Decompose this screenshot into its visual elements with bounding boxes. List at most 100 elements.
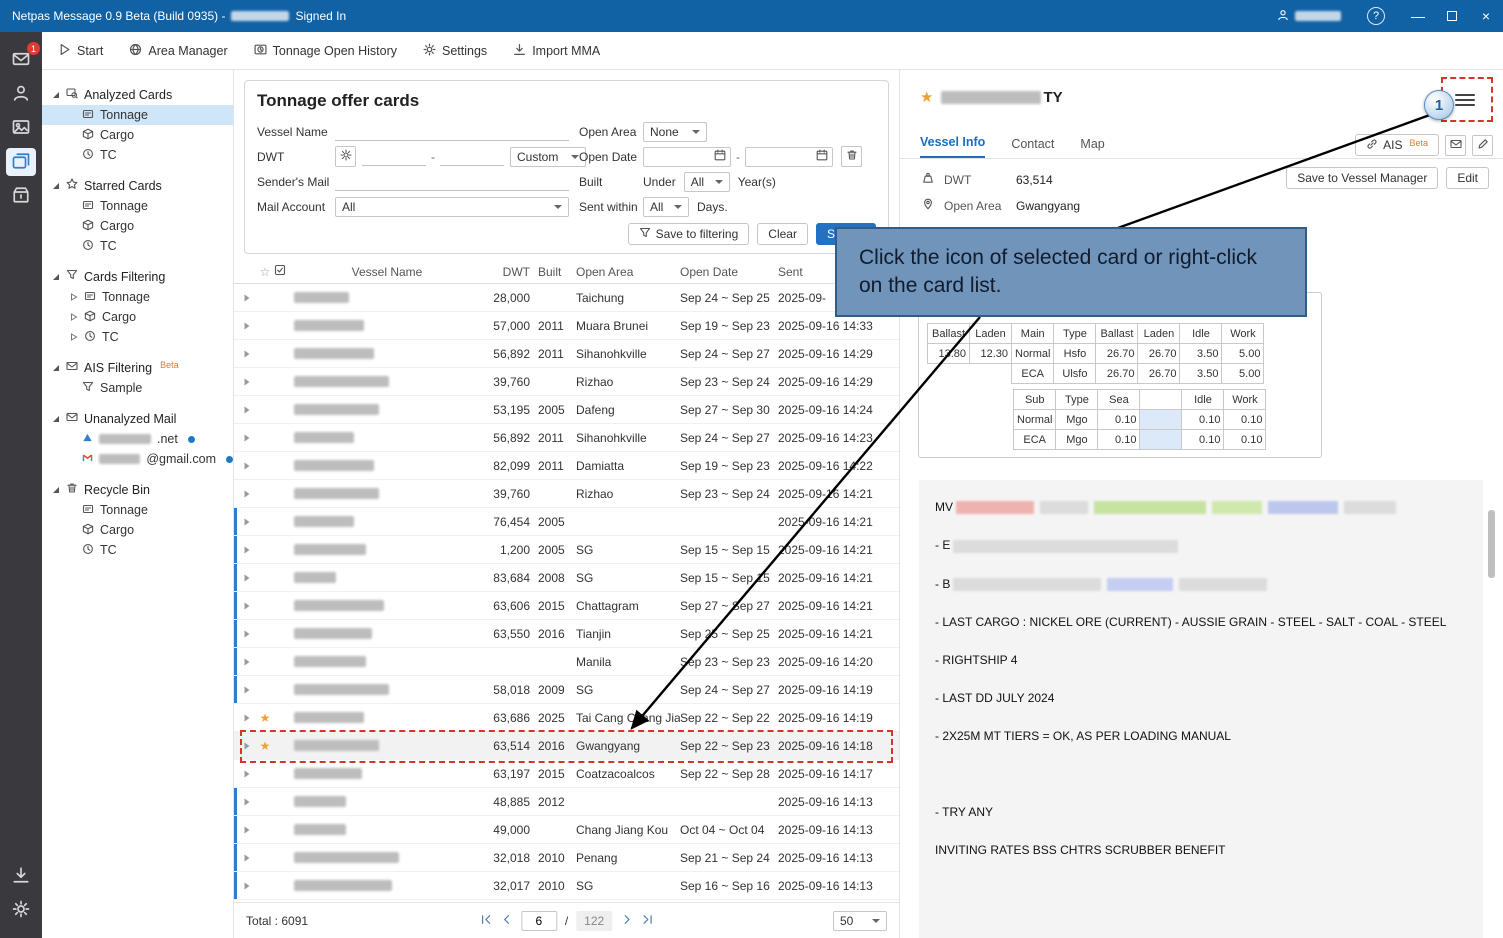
collapsed-marker-icon[interactable] — [70, 290, 78, 304]
edit-icon-button[interactable] — [1472, 135, 1493, 156]
open-area-column-header[interactable]: Open Area — [576, 265, 680, 279]
sidebar-item-tc[interactable]: TC — [42, 145, 233, 165]
row-expander-icon[interactable] — [238, 825, 256, 835]
table-row[interactable]: 76,45420052025-09-16 14:21 — [234, 508, 899, 536]
open-date-from-input[interactable] — [643, 147, 731, 167]
star-column-header[interactable]: ☆ — [256, 265, 274, 279]
sidebar-group-starred-cards[interactable]: Starred Cards — [42, 175, 233, 196]
row-expander-icon[interactable] — [238, 629, 256, 639]
save-to-vessel-manager-button[interactable]: Save to Vessel Manager — [1286, 167, 1438, 189]
row-expander-icon[interactable] — [238, 881, 256, 891]
sidebar-item-tc[interactable]: TC — [42, 327, 233, 347]
row-expander-icon[interactable] — [238, 433, 256, 443]
collapsed-marker-icon[interactable] — [70, 310, 78, 324]
sidebar-item-sample[interactable]: Sample — [42, 378, 233, 398]
toolbar-import-mma[interactable]: Import MMA — [513, 43, 600, 59]
sidebar-group-recycle-bin[interactable]: Recycle Bin — [42, 479, 233, 500]
tab-map[interactable]: Map — [1080, 137, 1104, 158]
gallery-nav-button[interactable] — [6, 114, 36, 142]
dwt-min-input[interactable] — [362, 148, 426, 166]
open-date-column-header[interactable]: Open Date — [680, 265, 778, 279]
vessel-name-column-header[interactable]: Vessel Name — [294, 265, 480, 279]
row-expander-icon[interactable] — [238, 657, 256, 667]
maximize-button[interactable] — [1435, 0, 1469, 32]
toolbar-start[interactable]: Start — [58, 43, 103, 59]
row-expander-icon[interactable] — [238, 377, 256, 387]
table-row[interactable]: 28,000TaichungSep 24 ~ Sep 252025-09- — [234, 284, 899, 312]
save-to-filtering-button[interactable]: Save to filtering — [628, 223, 750, 245]
table-row[interactable]: 56,8922011SihanohkvilleSep 24 ~ Sep 2720… — [234, 340, 899, 368]
row-expander-icon[interactable] — [238, 489, 256, 499]
row-expander-icon[interactable] — [238, 293, 256, 303]
row-expander-icon[interactable] — [238, 769, 256, 779]
table-row[interactable]: ManilaSep 23 ~ Sep 232025-09-16 14:20 — [234, 648, 899, 676]
row-expander-icon[interactable] — [238, 349, 256, 359]
row-expander-icon[interactable] — [238, 545, 256, 555]
table-row[interactable]: 32,0182010PenangSep 21 ~ Sep 242025-09-1… — [234, 844, 899, 872]
toolbar-settings[interactable]: Settings — [423, 43, 487, 59]
next-page-button[interactable] — [620, 913, 633, 929]
table-row[interactable]: 49,000Chang Jiang KouOct 04 ~ Oct 042025… — [234, 816, 899, 844]
contacts-nav-button[interactable] — [6, 80, 36, 108]
open-date-to-input[interactable] — [745, 147, 833, 167]
table-row[interactable]: 32,0172010SGSep 16 ~ Sep 162025-09-16 14… — [234, 872, 899, 900]
sidebar-item-tonnage[interactable]: Tonnage — [42, 105, 233, 125]
dwt-max-input[interactable] — [440, 148, 504, 166]
sidebar-group-ais-filtering[interactable]: AIS FilteringBeta — [42, 357, 233, 378]
sidebar-item-tonnage[interactable]: Tonnage — [42, 287, 233, 307]
collapsed-marker-icon[interactable] — [70, 330, 78, 344]
table-row[interactable]: 63,5502016TianjinSep 25 ~ Sep 252025-09-… — [234, 620, 899, 648]
shipments-nav-button[interactable] — [6, 182, 36, 210]
open-area-select[interactable]: None — [643, 122, 707, 142]
tab-contact[interactable]: Contact — [1011, 137, 1054, 158]
last-page-button[interactable] — [641, 913, 654, 929]
table-row[interactable]: ★63,6862025Tai Cang Chang Jia...Sep 22 ~… — [234, 704, 899, 732]
mail-account-select[interactable]: All — [335, 197, 569, 217]
table-row[interactable]: 48,88520122025-09-16 14:13 — [234, 788, 899, 816]
table-row[interactable]: 57,0002011Muara BruneiSep 19 ~ Sep 23202… — [234, 312, 899, 340]
table-row[interactable]: 63,1972015CoatzacoalcosSep 22 ~ Sep 2820… — [234, 760, 899, 788]
built-select[interactable]: All — [684, 172, 730, 192]
ais-button[interactable]: AISBeta — [1355, 134, 1439, 156]
mail-icon-button[interactable] — [1445, 135, 1466, 156]
vessel-name-input[interactable] — [335, 123, 569, 141]
sidebar-item-mail-account[interactable]: .net — [42, 429, 233, 449]
select-column-header[interactable] — [274, 264, 294, 279]
clear-date-button[interactable] — [841, 146, 862, 167]
sidebar-group-cards-filtering[interactable]: Cards Filtering — [42, 266, 233, 287]
sidebar-item-cargo[interactable]: Cargo — [42, 520, 233, 540]
row-expander-icon[interactable] — [238, 797, 256, 807]
row-expander-icon[interactable] — [238, 713, 256, 723]
row-expander-icon[interactable] — [238, 853, 256, 863]
table-row[interactable]: 1,2002005SGSep 15 ~ Sep 152025-09-16 14:… — [234, 536, 899, 564]
dwt-column-header[interactable]: DWT — [480, 265, 538, 279]
favorite-star-icon[interactable]: ★ — [920, 88, 933, 106]
tab-vessel-info[interactable]: Vessel Info — [920, 135, 985, 158]
sidebar-group-unanalyzed-mail[interactable]: Unanalyzed Mail — [42, 408, 233, 429]
toolbar-tonnage-open-history[interactable]: Tonnage Open History — [254, 43, 397, 59]
table-row[interactable]: 53,1952005DafengSep 27 ~ Sep 302025-09-1… — [234, 396, 899, 424]
dwt-preset-select[interactable]: Custom — [510, 147, 586, 167]
account-menu[interactable] — [1267, 9, 1351, 24]
page-size-select[interactable]: 50 — [833, 911, 887, 931]
scrollbar-thumb[interactable] — [1488, 510, 1495, 578]
sidebar-item-cargo[interactable]: Cargo — [42, 125, 233, 145]
minimize-button[interactable]: — — [1401, 0, 1435, 32]
table-row[interactable]: 83,6842008SGSep 15 ~ Sep 152025-09-16 14… — [234, 564, 899, 592]
sidebar-item-mail-account[interactable]: @gmail.com — [42, 449, 233, 469]
sidebar-item-cargo[interactable]: Cargo — [42, 216, 233, 236]
prev-page-button[interactable] — [500, 913, 513, 929]
help-button[interactable]: ? — [1367, 7, 1385, 25]
sent-within-select[interactable]: All — [643, 197, 689, 217]
sidebar-item-cargo[interactable]: Cargo — [42, 307, 233, 327]
edit-button[interactable]: Edit — [1446, 167, 1489, 189]
row-expander-icon[interactable] — [238, 573, 256, 583]
dwt-settings-button[interactable] — [335, 146, 356, 167]
table-row[interactable]: 82,0992011DamiattaSep 19 ~ Sep 232025-09… — [234, 452, 899, 480]
row-expander-icon[interactable] — [238, 405, 256, 415]
sidebar-item-tc[interactable]: TC — [42, 236, 233, 256]
table-row[interactable]: 56,8922011SihanohkvilleSep 24 ~ Sep 2720… — [234, 424, 899, 452]
row-expander-icon[interactable] — [238, 517, 256, 527]
row-star-icon[interactable]: ★ — [256, 711, 274, 725]
built-column-header[interactable]: Built — [538, 265, 576, 279]
